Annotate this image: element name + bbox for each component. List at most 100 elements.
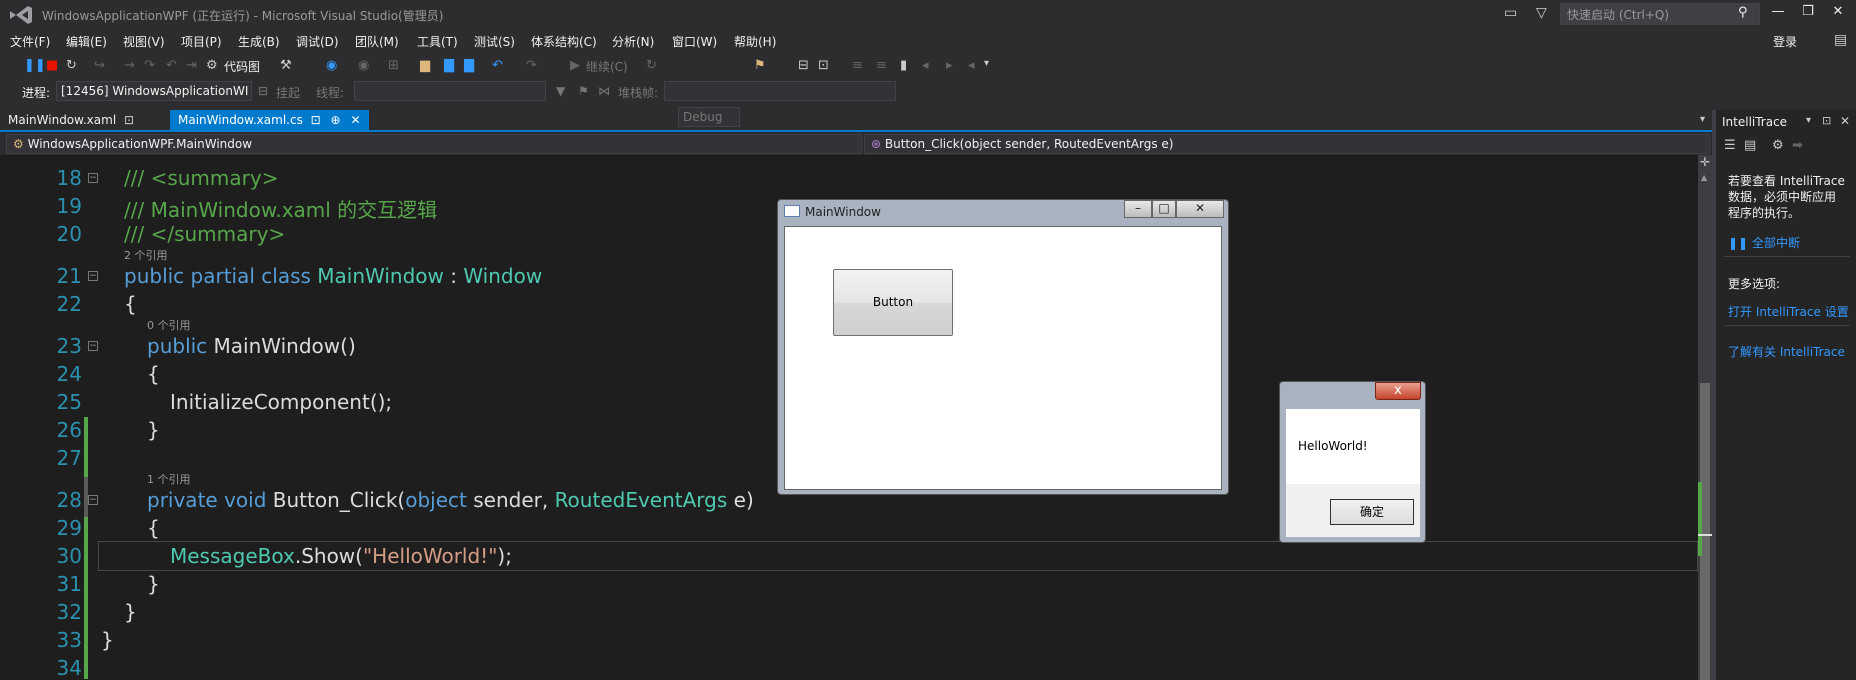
maximize-button[interactable]: ❐ <box>1794 4 1822 24</box>
collapse-icon[interactable]: − <box>88 173 98 183</box>
suspend-icon[interactable]: ⊟ <box>258 84 268 98</box>
divider <box>1724 325 1850 326</box>
codelens-references[interactable]: 0 个引用 <box>147 317 191 333</box>
scroll-up-icon[interactable]: ▲ <box>1701 173 1707 182</box>
code-map-icon[interactable]: ⚙ <box>206 58 218 73</box>
thread-select[interactable] <box>354 81 546 101</box>
clear-bookmarks-icon[interactable]: ◂ <box>968 58 975 73</box>
collapse-icon[interactable]: − <box>88 341 98 351</box>
new-project-icon[interactable]: ⊞ <box>388 58 399 73</box>
step-icon[interactable]: ⇥ <box>186 58 197 73</box>
redo-icon[interactable]: ↷ <box>526 58 537 73</box>
menu-help[interactable]: 帮助(H) <box>734 33 776 50</box>
menu-architecture[interactable]: 体系结构(C) <box>531 33 597 50</box>
uncomment-icon[interactable]: ≡ <box>876 58 887 73</box>
undo-icon[interactable]: ↶ <box>492 58 503 73</box>
menu-tools[interactable]: 工具(T) <box>417 33 458 50</box>
settings-gear-icon[interactable]: ⚙ <box>1772 138 1784 153</box>
feedback-filter-icon[interactable]: ▽ <box>1536 5 1547 21</box>
show-next-statement-icon[interactable]: ↪ <box>94 58 105 73</box>
process-select[interactable]: [12456] WindowsApplicationWI <box>56 81 252 101</box>
codelens-references[interactable]: 1 个引用 <box>147 471 191 487</box>
filter-icon[interactable]: ▼ <box>556 84 565 98</box>
tab-dropdown-icon[interactable]: ▾ <box>1700 114 1705 125</box>
menu-project[interactable]: 项目(P) <box>181 33 222 50</box>
type-combo[interactable]: ⚙ WindowsApplicationWPF.MainWindow <box>6 134 862 154</box>
member-combo[interactable]: ⊛ Button_Click(object sender, RoutedEven… <box>864 134 1710 154</box>
wpf-button[interactable]: Button <box>833 269 953 336</box>
flag-icon[interactable]: ⚑ <box>578 84 589 98</box>
stop-debugging-icon[interactable]: ■ <box>46 58 58 73</box>
properties-icon[interactable]: ⊡ <box>818 58 829 73</box>
continue-label[interactable]: 继续(C) <box>586 58 628 75</box>
menu-build[interactable]: 生成(B) <box>238 33 280 50</box>
notification-icon[interactable]: ▭ <box>1504 5 1517 21</box>
message-box-close-button[interactable]: x <box>1375 382 1421 400</box>
solution-explorer-icon[interactable]: ⊟ <box>798 58 809 73</box>
split-icon[interactable]: ✛ <box>1700 155 1710 169</box>
details-view-icon[interactable]: ▤ <box>1744 138 1756 153</box>
continue-icon[interactable]: ▶ <box>570 58 580 73</box>
navigate-back-icon[interactable]: ◉ <box>326 58 337 73</box>
wpf-maximize-button[interactable]: □ <box>1152 200 1176 218</box>
learn-more-link[interactable]: 了解有关 IntelliTrace <box>1728 343 1845 360</box>
change-marker <box>84 417 88 477</box>
tab-mainwindow-xaml-cs[interactable]: MainWindow.xaml.cs ⊡ ⊕ ✕ <box>170 110 369 131</box>
toolbar-overflow-icon[interactable]: ▾ <box>984 58 989 69</box>
preview-pin-icon[interactable]: ⊕ <box>331 113 341 127</box>
step-over-icon[interactable]: ↷ <box>144 58 155 73</box>
menu-file[interactable]: 文件(F) <box>10 33 50 50</box>
prev-bookmark-icon[interactable]: ◂ <box>922 58 929 73</box>
step-out-icon[interactable]: ↶ <box>166 58 177 73</box>
login-link[interactable]: 登录 <box>1773 33 1797 50</box>
stack-frame-select[interactable] <box>664 81 896 101</box>
search-icon[interactable]: ⚲ <box>1738 5 1748 20</box>
minimize-button[interactable]: — <box>1764 4 1792 24</box>
refresh-icon[interactable]: ↻ <box>646 58 657 73</box>
restart-icon[interactable]: ↻ <box>66 58 77 73</box>
wpf-close-button[interactable]: ✕ <box>1176 200 1224 218</box>
panel-dropdown-icon[interactable]: ▾ <box>1806 115 1811 126</box>
panel-pin-icon[interactable]: ⊡ <box>1822 114 1831 127</box>
editor-scrollbar[interactable]: ✛ ▲ <box>1698 155 1712 680</box>
close-button[interactable]: ✕ <box>1824 4 1852 24</box>
panel-splitter[interactable] <box>1712 110 1716 680</box>
menu-test[interactable]: 测试(S) <box>474 33 515 50</box>
tab-mainwindow-xaml[interactable]: MainWindow.xaml ⊡ <box>0 110 142 131</box>
find-in-files-icon[interactable]: ⚑ <box>754 58 766 73</box>
pin-icon[interactable]: ⊡ <box>124 113 134 127</box>
open-settings-link[interactable]: 打开 IntelliTrace 设置 <box>1728 303 1849 320</box>
code-line-28: private void Button_Click(object sender,… <box>147 488 754 512</box>
break-all-icon[interactable]: ❚❚ <box>24 58 46 73</box>
code-map-label[interactable]: 代码图 <box>224 58 260 75</box>
collapse-icon[interactable]: − <box>88 495 98 505</box>
account-icon[interactable]: ▤ <box>1834 32 1847 48</box>
panel-close-icon[interactable]: ✕ <box>1840 114 1850 128</box>
menu-analyze[interactable]: 分析(N) <box>612 33 654 50</box>
codelens-references[interactable]: 2 个引用 <box>124 247 168 263</box>
quick-launch-input[interactable]: 快速启动 (Ctrl+Q) <box>1560 3 1760 25</box>
forward-icon[interactable]: ➡ <box>1792 138 1803 153</box>
navigate-forward-icon[interactable]: ◉ <box>358 58 369 73</box>
menu-view[interactable]: 视图(V) <box>123 33 165 50</box>
break-all-link[interactable]: ❚❚ 全部中断 <box>1728 234 1800 251</box>
save-icon[interactable]: ▇ <box>444 58 454 73</box>
menu-window[interactable]: 窗口(W) <box>672 33 717 50</box>
open-file-icon[interactable]: ▆ <box>420 58 430 73</box>
collapse-icon[interactable]: − <box>88 271 98 281</box>
pin-icon[interactable]: ⊡ <box>311 113 321 127</box>
menu-team[interactable]: 团队(M) <box>355 33 399 50</box>
suspend-label[interactable]: 挂起 <box>276 84 300 101</box>
step-into-icon[interactable]: → <box>124 58 135 73</box>
tools-icon[interactable]: ⚒ <box>280 58 292 73</box>
menu-edit[interactable]: 编辑(E) <box>66 33 107 50</box>
bookmark-icon[interactable]: ▮ <box>900 58 907 73</box>
next-bookmark-icon[interactable]: ▸ <box>946 58 953 73</box>
menu-debug[interactable]: 调试(D) <box>296 33 339 50</box>
comment-icon[interactable]: ≡ <box>852 58 863 73</box>
close-tab-icon[interactable]: ✕ <box>350 113 360 127</box>
list-view-icon[interactable]: ☰ <box>1724 138 1736 153</box>
ok-button[interactable]: 确定 <box>1330 499 1414 525</box>
save-all-icon[interactable]: ▇ <box>464 58 474 73</box>
wpf-minimize-button[interactable]: – <box>1124 200 1152 218</box>
